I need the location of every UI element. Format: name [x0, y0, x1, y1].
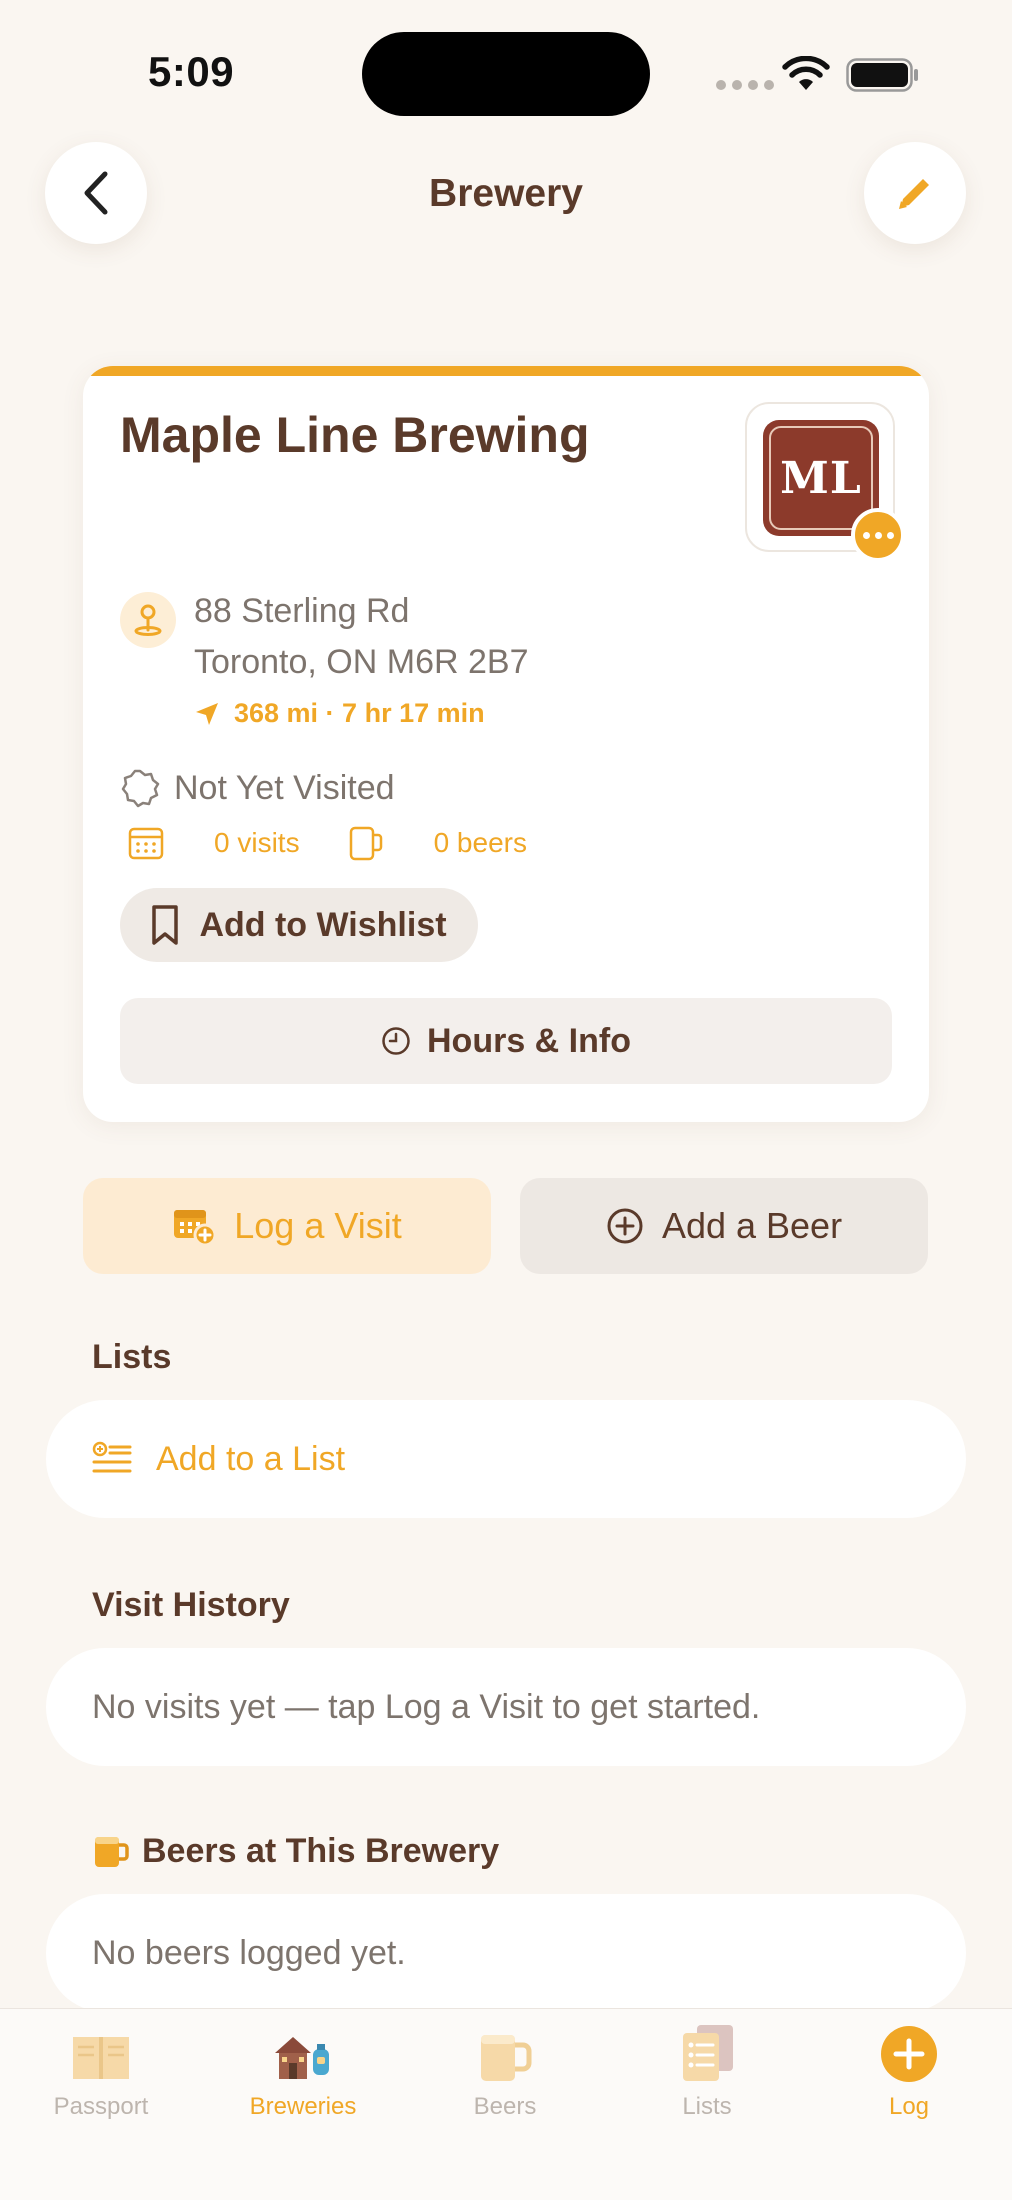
bookmark-icon	[152, 905, 179, 945]
status-time: 5:09	[148, 48, 235, 95]
lists-section-title: Lists	[92, 1338, 172, 1376]
visit-status: Not Yet Visited	[120, 768, 395, 808]
brewery-card: Maple Line Brewing ML 88 Sterling Rd Tor…	[83, 366, 929, 1122]
add-to-list-button[interactable]: Add to a List	[46, 1400, 966, 1518]
card-accent-strip	[83, 366, 929, 376]
log-visit-button[interactable]: Log a Visit	[83, 1178, 491, 1274]
visits-count: 0 visits	[214, 827, 300, 858]
tab-lists[interactable]: Lists	[627, 2023, 787, 2121]
logo-text: ML	[780, 452, 862, 504]
map-pin-icon	[120, 592, 176, 648]
distance-text: 368 mi · 7 hr 17 min	[234, 698, 485, 728]
wishlist-label: Add to Wishlist	[199, 905, 447, 944]
cellular-signal-icon	[716, 80, 774, 90]
address-street[interactable]: 88 Sterling Rd	[194, 592, 409, 631]
distance-info[interactable]: 368 mi · 7 hr 17 min	[194, 698, 485, 729]
beers-section-label: Beers at This Brewery	[142, 1832, 500, 1870]
add-beer-button[interactable]: Add a Beer	[520, 1178, 928, 1274]
passport-book-icon	[73, 2037, 129, 2079]
calendar-icon	[128, 827, 164, 860]
tab-log-label: Log	[888, 2093, 930, 2120]
stats-row: 0 visits 0 beers	[128, 824, 527, 862]
visit-status-text: Not Yet Visited	[174, 768, 395, 807]
badge-outline-icon	[121, 769, 160, 808]
tab-breweries[interactable]: Breweries	[223, 2023, 383, 2121]
tab-beers-label: Beers	[473, 2093, 537, 2120]
tab-passport[interactable]: Passport	[21, 2023, 181, 2121]
hours-label: Hours & Info	[427, 1021, 631, 1060]
battery-icon	[846, 58, 918, 92]
beer-mug-icon	[95, 1836, 129, 1867]
visit-history-empty-text: No visits yet — tap Log a Visit to get s…	[92, 1687, 761, 1726]
clock-icon	[382, 1027, 410, 1055]
tab-beers[interactable]: Beers	[425, 2023, 585, 2121]
edit-button[interactable]	[864, 142, 966, 244]
beer-mug-icon	[481, 2035, 532, 2081]
beers-count: 0 beers	[433, 827, 527, 858]
location-arrow-icon	[196, 702, 218, 725]
list-add-icon	[92, 1441, 132, 1473]
beers-empty-text: No beers logged yet.	[92, 1933, 406, 1972]
add-to-list-label: Add to a List	[156, 1439, 346, 1478]
log-visit-label: Log a Visit	[234, 1205, 402, 1246]
visit-history-empty: No visits yet — tap Log a Visit to get s…	[46, 1648, 966, 1766]
list-icon	[683, 2025, 733, 2081]
mug-icon	[349, 826, 382, 861]
brewery-house-icon	[275, 2037, 329, 2079]
page-title: Brewery	[429, 172, 583, 215]
address-city[interactable]: Toronto, ON M6R 2B7	[194, 643, 528, 682]
dynamic-island	[362, 32, 650, 116]
wifi-icon	[782, 56, 830, 90]
beers-section-title: Beers at This Brewery	[92, 1832, 499, 1871]
tab-bar: Passport Breweries Beers Lists Log	[0, 2008, 1012, 2200]
logo-more-button[interactable]	[851, 508, 905, 562]
tab-breweries-label: Breweries	[249, 2093, 357, 2120]
plus-circle-icon	[881, 2026, 937, 2082]
hours-info-button[interactable]: Hours & Info	[120, 998, 892, 1084]
add-to-wishlist-button[interactable]: Add to Wishlist	[120, 888, 478, 962]
beers-empty: No beers logged yet.	[46, 1894, 966, 2012]
tab-passport-label: Passport	[53, 2093, 149, 2120]
logo-frame: ML	[769, 426, 873, 530]
brewery-name: Maple Line Brewing	[120, 407, 590, 463]
visit-history-title: Visit History	[92, 1586, 290, 1624]
tab-log[interactable]: Log	[829, 2023, 989, 2121]
tab-lists-label: Lists	[682, 2093, 732, 2120]
add-beer-label: Add a Beer	[661, 1205, 843, 1246]
pencil-icon	[899, 179, 929, 209]
calendar-add-icon	[174, 1210, 217, 1246]
plus-circle-outline-icon	[607, 1208, 643, 1244]
